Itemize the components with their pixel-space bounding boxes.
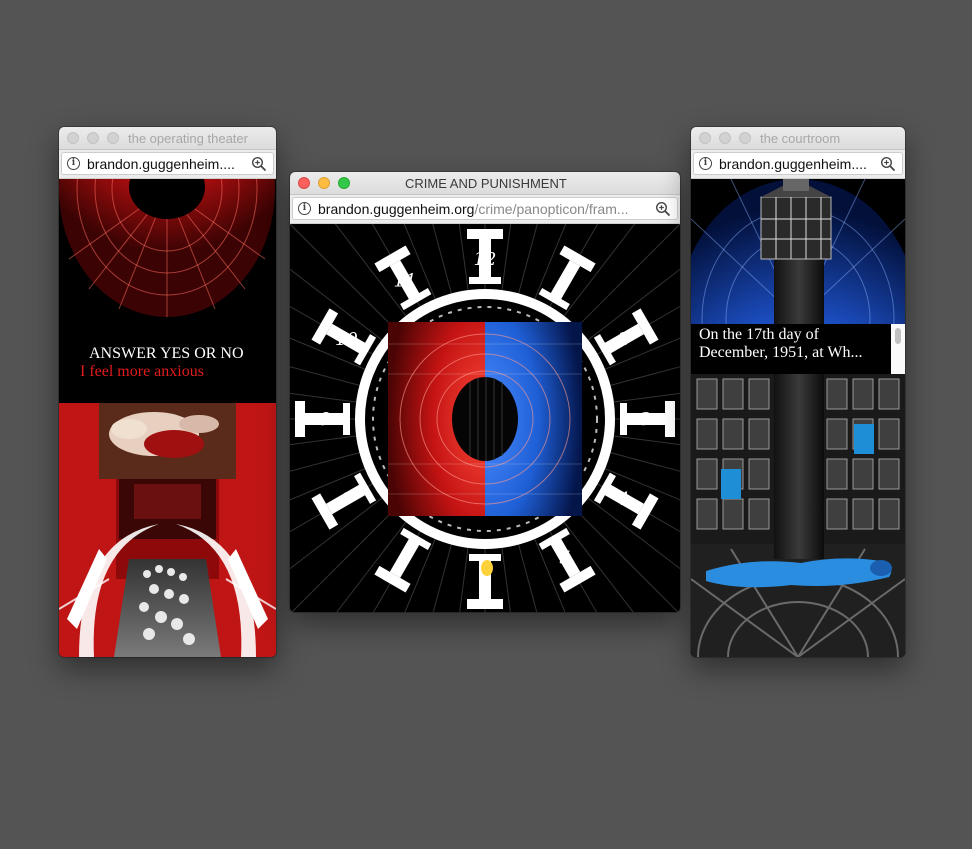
title-bar[interactable]: the courtroom	[691, 127, 905, 150]
panopticon-clock-artwork[interactable]: 123456789101112	[290, 224, 680, 612]
cell-window	[722, 378, 744, 410]
courtroom-artwork	[691, 179, 905, 657]
close-button[interactable]	[298, 177, 310, 189]
dial-number: 11	[394, 270, 417, 291]
prompt-question: ANSWER YES OR NO	[89, 345, 244, 362]
minimize-button[interactable]	[87, 132, 99, 144]
cell-window	[878, 418, 900, 450]
dial-number: 4	[617, 489, 629, 510]
url-field[interactable]: i brandon.guggenheim.org/crime/panoptico…	[292, 197, 678, 220]
cell-window	[696, 498, 718, 530]
operating-theater-artwork	[59, 179, 276, 657]
window-title: the operating theater	[128, 131, 248, 146]
address-bar[interactable]: i brandon.guggenheim....	[59, 150, 276, 179]
caption-scrollbar[interactable]	[891, 324, 905, 374]
crime-and-punishment-window[interactable]: CRIME AND PUNISHMENT i brandon.guggenhei…	[290, 172, 680, 612]
prompt-answer[interactable]: I feel more anxious	[80, 363, 204, 381]
cell-window	[748, 458, 770, 490]
dial-number: 2	[617, 329, 629, 350]
cell-window	[748, 418, 770, 450]
cell-window	[696, 378, 718, 410]
cell-window	[722, 498, 744, 530]
minimize-button[interactable]	[719, 132, 731, 144]
url-text[interactable]: brandon.guggenheim.org/crime/panopticon/…	[318, 201, 629, 217]
dial-number: 10	[335, 329, 358, 350]
url-text[interactable]: brandon.guggenheim....	[87, 156, 235, 172]
dial-number: 9	[319, 409, 330, 430]
cell-window	[748, 378, 770, 410]
cell-window	[748, 498, 770, 530]
info-icon[interactable]: i	[699, 157, 712, 170]
info-icon[interactable]: i	[298, 202, 311, 215]
info-icon[interactable]: i	[67, 157, 80, 170]
zoom-icon[interactable]	[655, 201, 671, 217]
courtroom-window[interactable]: the courtroom i brandon.guggenheim.... O…	[691, 127, 905, 657]
cell-window	[696, 458, 718, 490]
caption-text: On the 17th day of December, 1951, at Wh…	[699, 326, 863, 361]
caption-panel[interactable]: On the 17th day of December, 1951, at Wh…	[691, 324, 905, 374]
cell-window	[826, 418, 848, 450]
zoom-button[interactable]	[338, 177, 350, 189]
url-field[interactable]: i brandon.guggenheim....	[61, 152, 274, 175]
dial-number: 8	[341, 489, 352, 510]
cell-window	[826, 458, 848, 490]
dial-number: 5	[559, 548, 570, 569]
address-bar[interactable]: i brandon.guggenheim....	[691, 150, 905, 179]
address-bar[interactable]: i brandon.guggenheim.org/crime/panoptico…	[290, 195, 680, 224]
cell-window	[878, 498, 900, 530]
operating-theater-window[interactable]: the operating theater i brandon.guggenhe…	[59, 127, 276, 657]
title-bar[interactable]: CRIME AND PUNISHMENT	[290, 172, 680, 195]
url-text[interactable]: brandon.guggenheim....	[719, 156, 867, 172]
cell-window	[722, 418, 744, 450]
close-button[interactable]	[699, 132, 711, 144]
scroll-thumb[interactable]	[895, 328, 901, 344]
dial-number: 12	[474, 249, 497, 270]
zoom-button[interactable]	[739, 132, 751, 144]
minimize-button[interactable]	[318, 177, 330, 189]
cell-window	[696, 418, 718, 450]
dial-number: 3	[639, 409, 650, 430]
cell-window	[878, 378, 900, 410]
cell-window	[826, 378, 848, 410]
dial-number: 1	[559, 270, 570, 291]
page-content[interactable]: 1 2 3 4 5 6 7 8 9 10 11 12	[290, 224, 680, 612]
close-button[interactable]	[67, 132, 79, 144]
cell-window	[852, 498, 874, 530]
zoom-button[interactable]	[107, 132, 119, 144]
window-title: the courtroom	[760, 131, 841, 146]
page-content[interactable]: On the 17th day of December, 1951, at Wh…	[691, 179, 905, 657]
zoom-icon[interactable]	[880, 156, 896, 172]
page-content[interactable]: ANSWER YES OR NO I feel more anxious	[59, 179, 276, 657]
cell-window	[852, 378, 874, 410]
window-title: CRIME AND PUNISHMENT	[405, 176, 567, 191]
zoom-icon[interactable]	[251, 156, 267, 172]
cell-window	[826, 498, 848, 530]
url-field[interactable]: i brandon.guggenheim....	[693, 152, 903, 175]
cell-window	[852, 458, 874, 490]
cell-window	[878, 458, 900, 490]
dial-number: 7	[399, 548, 411, 569]
title-bar[interactable]: the operating theater	[59, 127, 276, 150]
